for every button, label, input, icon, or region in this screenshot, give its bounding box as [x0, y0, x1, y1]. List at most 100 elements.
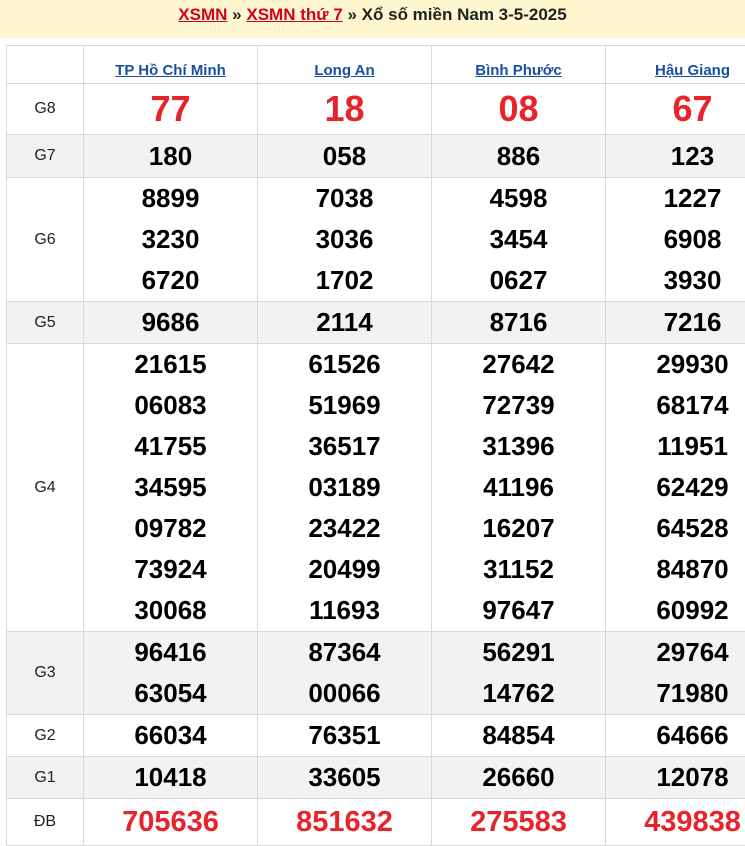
- prize-number: 97647: [432, 590, 605, 631]
- prize-number: 31152: [432, 549, 605, 590]
- prize-number: 180: [84, 135, 257, 177]
- prize-number: 34595: [84, 467, 257, 508]
- prize-number: 29930: [606, 344, 745, 385]
- prize-row-g6: G688993230672070383036170245983454062712…: [7, 178, 745, 302]
- prize-number: 3930: [606, 260, 745, 301]
- prize-cell: 18: [258, 84, 432, 135]
- prize-number: 29764: [606, 632, 745, 673]
- province-header: Bình Phước: [432, 46, 606, 84]
- prize-label: G2: [7, 715, 84, 757]
- page-title: Xổ số miền Nam 3-5-2025: [362, 5, 567, 24]
- breadcrumb-separator: »: [347, 5, 356, 24]
- prize-number: 7216: [606, 302, 745, 343]
- prize-cell: 67: [606, 84, 745, 135]
- jackpot-number: 705636: [84, 799, 257, 845]
- prize-number: 72739: [432, 385, 605, 426]
- province-header: TP Hồ Chí Minh: [84, 46, 258, 84]
- prize-number: 058: [258, 135, 431, 177]
- prize-number: 0627: [432, 260, 605, 301]
- prize-number: 6908: [606, 219, 745, 260]
- prize-number: 3230: [84, 219, 257, 260]
- prize-number: 3036: [258, 219, 431, 260]
- prize-label: G6: [7, 178, 84, 302]
- prize-number: 41755: [84, 426, 257, 467]
- province-link-long-an[interactable]: Long An: [314, 62, 374, 79]
- prize-cell: 84854: [432, 715, 606, 757]
- prize-cell: 76351: [258, 715, 432, 757]
- prize-number: 3454: [432, 219, 605, 260]
- prize-row-g5: G59686211487167216: [7, 302, 745, 344]
- prize-number: 27642: [432, 344, 605, 385]
- prize-number: 63054: [84, 673, 257, 714]
- prize-number: 09782: [84, 508, 257, 549]
- header-blank-cell: [7, 46, 84, 84]
- prize-number: 56291: [432, 632, 605, 673]
- prize-label: G7: [7, 135, 84, 178]
- prize-number: 03189: [258, 467, 431, 508]
- page-title-bar: XSMN » XSMN thứ 7 » Xổ số miền Nam 3-5-2…: [0, 0, 745, 38]
- xsmn-link[interactable]: XSMN: [178, 5, 227, 24]
- breadcrumb-separator: »: [232, 5, 241, 24]
- prize-number: 76351: [258, 715, 431, 756]
- prize-cell: 180: [84, 135, 258, 178]
- prize-cell: 66034: [84, 715, 258, 757]
- prize-number: 4598: [432, 178, 605, 219]
- prize-cell: 77: [84, 84, 258, 135]
- prize-cell: 9641663054: [84, 632, 258, 715]
- prize-number: 20499: [258, 549, 431, 590]
- prize-number: 26660: [432, 757, 605, 798]
- province-header: Long An: [258, 46, 432, 84]
- province-link-hcm[interactable]: TP Hồ Chí Minh: [115, 62, 226, 79]
- prize-number: 96416: [84, 632, 257, 673]
- prize-number: 60992: [606, 590, 745, 631]
- prize-number: 1702: [258, 260, 431, 301]
- prize-number: 123: [606, 135, 745, 177]
- prize-cell: 27642727393139641196162073115297647: [432, 344, 606, 632]
- prize-cell: 08: [432, 84, 606, 135]
- prize-number: 14762: [432, 673, 605, 714]
- prize-cell: 123: [606, 135, 745, 178]
- prize-number: 18: [258, 84, 431, 134]
- province-link-hau-giang[interactable]: Hậu Giang: [655, 62, 730, 79]
- prize-cell: 21615060834175534595097827392430068: [84, 344, 258, 632]
- prize-number: 12078: [606, 757, 745, 798]
- prize-cell: 64666: [606, 715, 745, 757]
- prize-cell: 122769083930: [606, 178, 745, 302]
- prize-cell: 275583: [432, 799, 606, 846]
- prize-cell: 10418: [84, 757, 258, 799]
- prize-number: 68174: [606, 385, 745, 426]
- prize-number: 11693: [258, 590, 431, 631]
- province-link-binh-phuoc[interactable]: Bình Phước: [475, 62, 562, 79]
- prize-number: 77: [84, 84, 257, 134]
- prize-number: 61526: [258, 344, 431, 385]
- prize-cell: 459834540627: [432, 178, 606, 302]
- prize-cell: 703830361702: [258, 178, 432, 302]
- prize-row-g2: G266034763518485464666: [7, 715, 745, 757]
- jackpot-number: 851632: [258, 799, 431, 845]
- prize-number: 8899: [84, 178, 257, 219]
- xsmn-saturday-link[interactable]: XSMN thứ 7: [246, 5, 342, 24]
- prize-label: G1: [7, 757, 84, 799]
- prize-row-g7: G7180058886123: [7, 135, 745, 178]
- prize-cell: 33605: [258, 757, 432, 799]
- prize-row-g8: G877180867: [7, 84, 745, 135]
- prize-label: ĐB: [7, 799, 84, 846]
- prize-number: 06083: [84, 385, 257, 426]
- prize-number: 1227: [606, 178, 745, 219]
- prize-cell: 8716: [432, 302, 606, 344]
- jackpot-number: 275583: [432, 799, 605, 845]
- prize-number: 6720: [84, 260, 257, 301]
- prize-cell: 2114: [258, 302, 432, 344]
- prize-row-g4: G421615060834175534595097827392430068615…: [7, 344, 745, 632]
- prize-number: 51969: [258, 385, 431, 426]
- prize-cell: 705636: [84, 799, 258, 846]
- prize-number: 36517: [258, 426, 431, 467]
- prize-number: 00066: [258, 673, 431, 714]
- prize-number: 23422: [258, 508, 431, 549]
- prize-number: 7038: [258, 178, 431, 219]
- prize-cell: 12078: [606, 757, 745, 799]
- prize-number: 9686: [84, 302, 257, 343]
- prize-number: 30068: [84, 590, 257, 631]
- prize-number: 10418: [84, 757, 257, 798]
- prize-number: 33605: [258, 757, 431, 798]
